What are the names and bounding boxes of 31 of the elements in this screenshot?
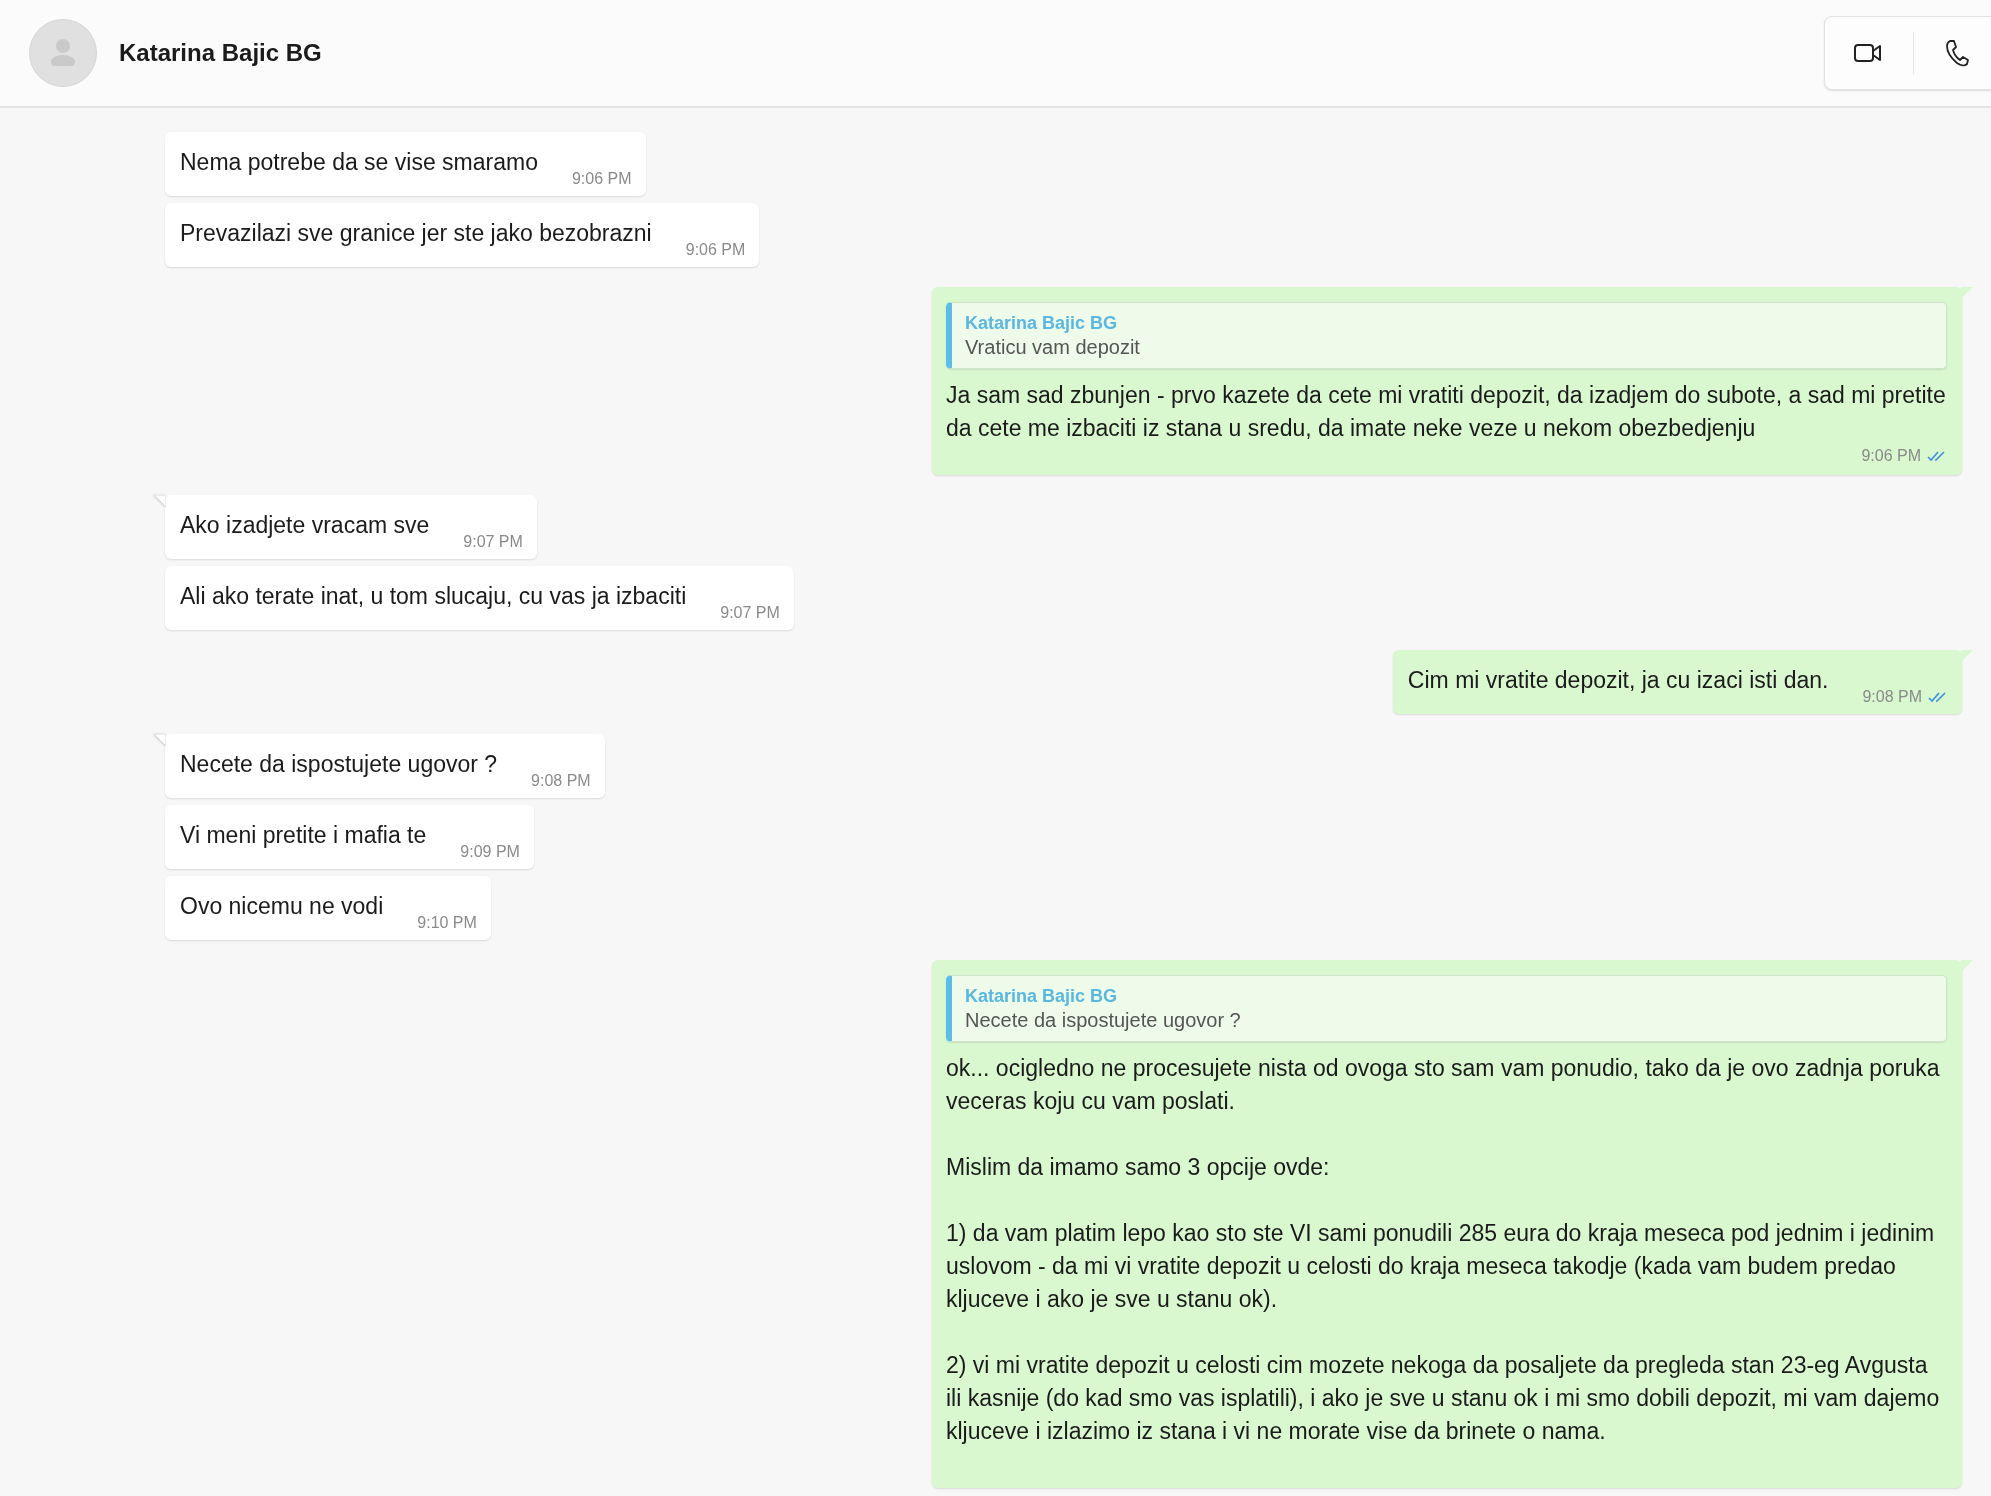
quoted-author: Katarina Bajic BG — [965, 313, 1119, 334]
message-text: Vi meni pretite i mafia te — [180, 821, 427, 850]
message-time: 9:09 PM — [460, 843, 520, 861]
message-time: 9:08 PM — [531, 772, 591, 790]
message-time: 9:06 PM — [685, 241, 746, 259]
message-text: Ako izadjete vracam sve — [180, 511, 430, 540]
quoted-author: Katarina Bajic BG — [965, 986, 1119, 1007]
message-text: Mislim da imamo samo 3 opcije ovde: — [946, 1153, 1331, 1182]
quoted-message[interactable]: Katarina Bajic BG Vraticu vam depozit — [946, 302, 1947, 369]
message-text: 1) da vam platim lepo kao sto ste VI sami ponudili 285 eura do kraja meseca pod jednim i jedinim uslovom - da mi vi vratite depozit u celosti do kraja meseca takodje (kada vam budem predao kljuceve i ako je sve u stanu ok). — [946, 1219, 1936, 1314]
quoted-text: Vraticu vam depozit — [965, 336, 1141, 359]
message-text: Ovo nicemu ne vodi — [180, 892, 384, 921]
quoted-message[interactable]: Katarina Bajic BG Necete da ispostujete ugovor ? — [946, 975, 1947, 1042]
message-time: 9:06 PM — [1861, 447, 1921, 465]
message-time: 9:07 PM — [720, 604, 780, 622]
video-camera-icon — [1853, 41, 1883, 65]
message-time: 9:07 PM — [463, 533, 523, 551]
quoted-text: Necete da ispostujete ugovor ? — [965, 1009, 1242, 1032]
message-text: ok... ocigledno ne procesujete nista od ovoga sto sam vam ponudio, tako da je ovo zadnja poruka veceras koju cu vam poslati. — [946, 1054, 1941, 1116]
message-text: Necete da ispostujete ugovor ? — [180, 750, 498, 779]
message-text: 2) vi mi vratite depozit u celosti cim mozete nekoga da posaljete da pregleda stan 23-eg Avgusta ili kasnije (do kad smo vas isplatili), i ako je sve u stanu ok i mi smo dobili depozit, mi vam dajemo kljuceve i izlazimo iz stana i vi ne morate vise da brinete o nama. — [946, 1351, 1941, 1446]
message-text: Ja sam sad zbunjen - prvo kazete da cete mi vratiti depozit, da izadjem do subote, a sad mi pretite da cete me izbaciti iz stana u sredu, da imate neke veze u nekom obezbedjenju — [946, 381, 1947, 443]
contact-name: Katarina Bajic BG — [119, 39, 322, 67]
phone-icon — [1944, 39, 1970, 67]
message-time: 9:10 PM — [417, 914, 477, 932]
message-time: 9:08 PM — [1862, 688, 1922, 706]
message-time: 9:06 PM — [571, 170, 632, 188]
message-text: Prevazilazi sve granice jer ste jako bezobrazni — [180, 219, 652, 248]
message-text: Ali ako terate inat, u tom slucaju, cu vas ja izbaciti — [180, 582, 687, 611]
message-text: Nema potrebe da se vise smaramo — [180, 148, 538, 177]
message-text: Cim mi vratite depozit, ja cu izaci isti dan. — [1407, 666, 1829, 695]
